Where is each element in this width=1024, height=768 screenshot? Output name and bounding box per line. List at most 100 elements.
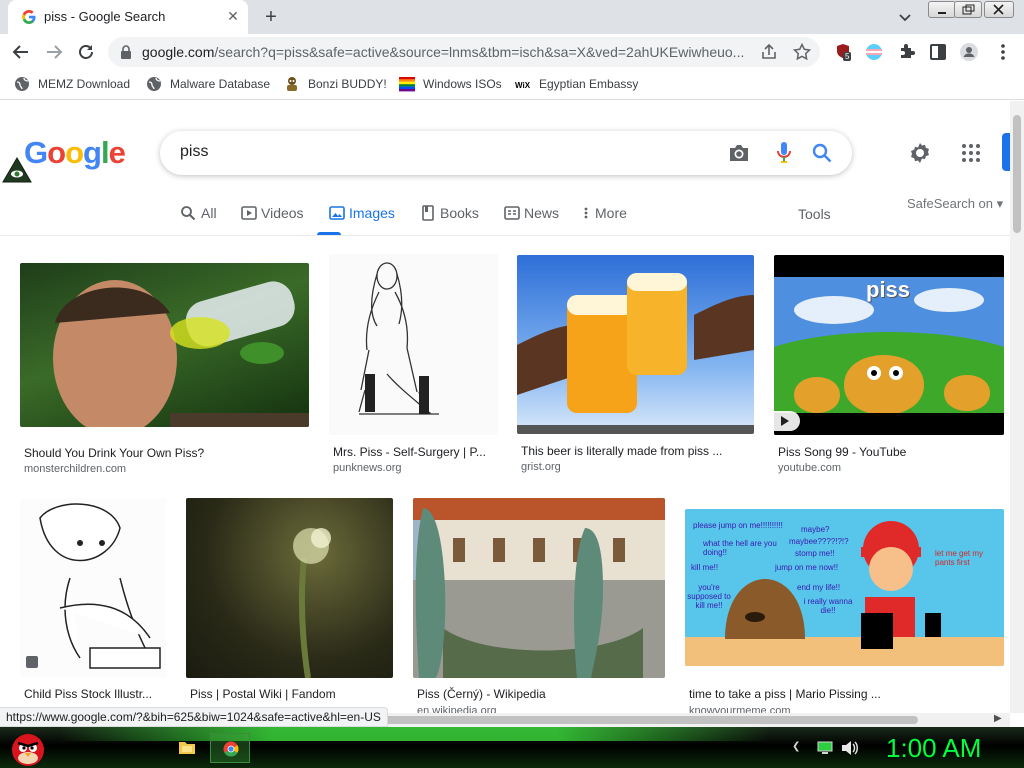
child-cartoon-image bbox=[26, 503, 161, 669]
result-thumbnail[interactable] bbox=[413, 498, 665, 678]
search-input[interactable]: piss bbox=[180, 143, 208, 161]
result-title[interactable]: Child Piss Stock Illustr... bbox=[24, 687, 166, 701]
share-icon[interactable] bbox=[760, 44, 778, 60]
browser-tab[interactable]: piss - Google Search ✕ bbox=[8, 0, 248, 34]
result-source: grist.org bbox=[521, 461, 561, 473]
tab-title: piss - Google Search bbox=[44, 9, 166, 24]
bookmark-label: MEMZ Download bbox=[38, 77, 131, 91]
result-title[interactable]: time to take a piss | Mario Pissing ... bbox=[689, 687, 1004, 701]
book-icon bbox=[422, 205, 434, 221]
windows-flag-icon bbox=[399, 77, 415, 92]
vertical-scroll-thumb[interactable] bbox=[1013, 115, 1021, 233]
video-icon bbox=[241, 206, 257, 220]
result-thumbnail[interactable] bbox=[20, 263, 309, 427]
minimize-button[interactable] bbox=[928, 1, 956, 18]
settings-gear-icon[interactable] bbox=[908, 141, 932, 165]
meme-text: please jump on me!!!!!!!!!! bbox=[693, 521, 783, 530]
bookmark-label: Egyptian Embassy bbox=[539, 77, 639, 91]
bookmarks-bar: MEMZ Download Malware Database Bonzi BUD… bbox=[0, 70, 1024, 100]
result-thumbnail[interactable]: piss bbox=[774, 255, 1004, 435]
result-source: youtube.com bbox=[778, 462, 841, 474]
safesearch-toggle[interactable]: SafeSearch on ▾ bbox=[907, 196, 1003, 212]
result-source: knowyourmeme.com bbox=[689, 705, 791, 713]
url-host: google.com bbox=[142, 44, 215, 60]
back-arrow-icon[interactable] bbox=[11, 42, 31, 62]
account-button[interactable] bbox=[1002, 133, 1010, 171]
wix-icon: WiX bbox=[515, 81, 531, 90]
result-title[interactable]: Should You Drink Your Own Piss? bbox=[24, 446, 309, 460]
extensions-puzzle-icon[interactable] bbox=[897, 42, 917, 62]
screen: piss - Google Search ✕ + google.com/sear… bbox=[0, 0, 1024, 768]
file-explorer-icon[interactable] bbox=[178, 739, 196, 755]
url-path: /search?q=piss&safe=active&source=lnms&t… bbox=[214, 44, 745, 60]
meme-text: maybe? bbox=[801, 525, 830, 534]
chrome-icon bbox=[223, 741, 239, 757]
tab-search-chevron-icon[interactable] bbox=[896, 9, 914, 27]
minimize-icon bbox=[938, 12, 946, 14]
volume-icon[interactable] bbox=[840, 740, 858, 756]
network-icon[interactable] bbox=[817, 741, 833, 755]
restore-button[interactable] bbox=[954, 1, 982, 18]
browser-menu-icon[interactable] bbox=[993, 42, 1013, 62]
close-window-button[interactable] bbox=[984, 1, 1014, 18]
camera-icon[interactable] bbox=[728, 143, 750, 163]
tray-expand-icon[interactable]: ❮ bbox=[792, 741, 800, 752]
result-source: punknews.org bbox=[333, 462, 402, 474]
result-title[interactable]: Mrs. Piss - Self-Surgery | P... bbox=[333, 445, 498, 459]
angry-bird-start-icon[interactable] bbox=[8, 729, 48, 767]
meme-text: let me get my pants first bbox=[935, 549, 984, 567]
tabs-divider bbox=[0, 235, 1010, 236]
meme-text: end my life!! bbox=[797, 583, 841, 592]
meme-text: stomp me!! bbox=[795, 549, 835, 558]
meme-text: you're supposed to kill me!! bbox=[687, 583, 731, 610]
tab-label: More bbox=[595, 205, 627, 221]
result-thumbnail[interactable]: please jump on me!!!!!!!!!! maybe? what … bbox=[685, 509, 1004, 666]
result-thumbnail[interactable] bbox=[186, 498, 393, 678]
tools-button[interactable]: Tools bbox=[798, 206, 831, 222]
mario-meme-image bbox=[685, 521, 1004, 666]
tab-label: Books bbox=[440, 205, 479, 221]
flag-extension-icon[interactable] bbox=[864, 42, 884, 62]
status-bar: https://www.google.com/?&bih=625&biw=102… bbox=[0, 707, 388, 727]
meme-text: maybee????!?!? bbox=[789, 537, 849, 546]
side-panel-icon[interactable] bbox=[928, 42, 948, 62]
profile-avatar-icon[interactable] bbox=[959, 42, 979, 62]
tab-close-icon[interactable]: ✕ bbox=[224, 7, 242, 25]
scroll-right-arrow-icon[interactable]: ▶ bbox=[994, 713, 1002, 724]
result-thumbnail[interactable] bbox=[20, 498, 166, 678]
result-title[interactable]: Piss (Černý) - Wikipedia bbox=[417, 687, 665, 701]
close-window-icon bbox=[993, 4, 1004, 15]
apps-grid-icon[interactable] bbox=[961, 143, 981, 163]
postal-wiki-image bbox=[293, 528, 331, 678]
man-drinking-image bbox=[53, 280, 309, 427]
taskbar-glow bbox=[60, 727, 770, 741]
meme-text: i really wanna die!! bbox=[803, 597, 853, 615]
piss-statue-wikipedia-image bbox=[413, 498, 665, 678]
result-thumbnail[interactable] bbox=[329, 254, 498, 435]
address-bar[interactable]: google.com/search?q=piss&safe=active&sou… bbox=[108, 37, 820, 67]
bookmark-star-icon[interactable] bbox=[793, 43, 811, 61]
google-logo[interactable]: Google bbox=[24, 135, 126, 171]
result-title[interactable]: Piss | Postal Wiki | Fandom bbox=[190, 687, 393, 701]
result-thumbnail[interactable] bbox=[517, 255, 754, 434]
tab-strip: piss - Google Search ✕ + bbox=[0, 0, 1024, 34]
taskbar-clock[interactable]: 1:00 AM bbox=[886, 733, 981, 764]
url-text: google.com/search?q=piss&safe=active&sou… bbox=[142, 44, 752, 60]
search-box[interactable]: piss bbox=[160, 131, 852, 175]
chrome-taskbar-button[interactable] bbox=[210, 733, 250, 763]
tab-label: Videos bbox=[261, 205, 304, 221]
vertical-scrollbar[interactable] bbox=[1010, 101, 1024, 713]
tab-label: News bbox=[524, 205, 560, 221]
reload-icon[interactable] bbox=[76, 42, 96, 62]
meme-text: jump on me now!! bbox=[775, 563, 839, 572]
new-tab-plus-icon[interactable]: + bbox=[260, 6, 282, 28]
microphone-icon[interactable] bbox=[776, 141, 792, 165]
lock-icon[interactable] bbox=[120, 45, 132, 59]
search-submit-icon[interactable] bbox=[812, 143, 832, 163]
extension-shield[interactable]: 5 bbox=[835, 43, 852, 61]
globe-icon bbox=[147, 77, 161, 91]
result-title[interactable]: This beer is literally made from piss ..… bbox=[521, 444, 754, 458]
result-title[interactable]: Piss Song 99 - YouTube bbox=[778, 445, 1004, 459]
forward-arrow-icon[interactable] bbox=[44, 42, 64, 62]
tab-label: Images bbox=[349, 205, 395, 221]
